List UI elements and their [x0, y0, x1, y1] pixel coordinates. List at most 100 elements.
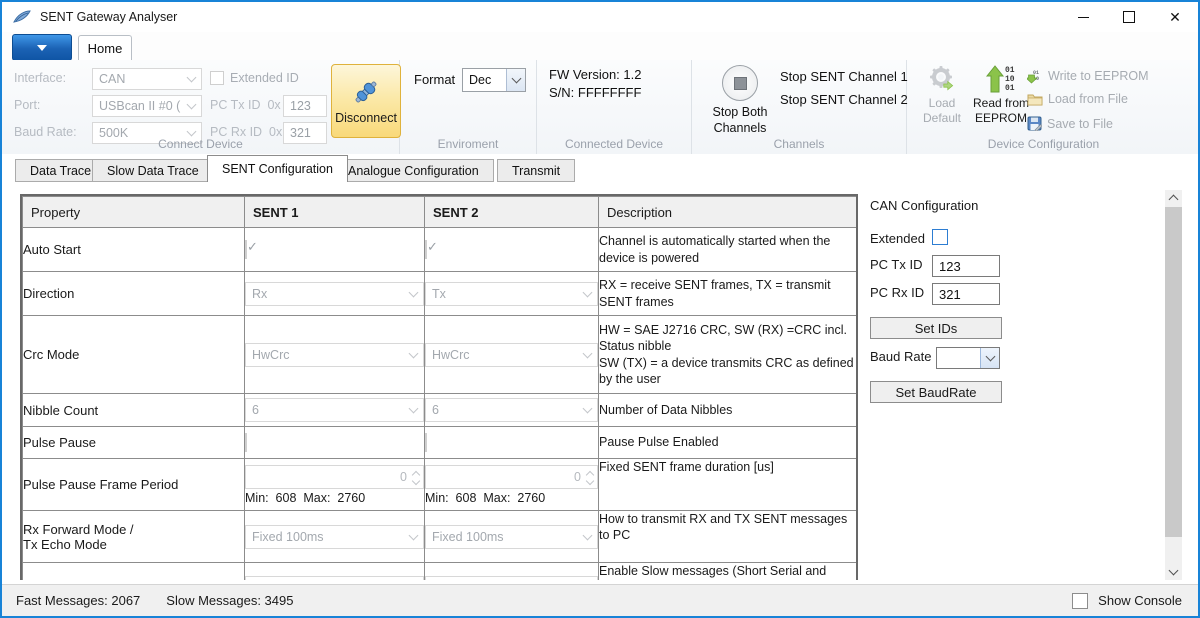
tab-transmit[interactable]: Transmit: [497, 159, 575, 182]
extended-id-checkbox[interactable]: [210, 71, 224, 85]
chevron-down-icon: [980, 348, 999, 368]
read-from-eeprom-button[interactable]: 01 10 01 Read from EEPROM: [969, 64, 1033, 126]
svg-text:10: 10: [1005, 75, 1015, 84]
maximize-button[interactable]: [1106, 2, 1152, 32]
crc-mode-sent1-dropdown[interactable]: HwCrc: [245, 343, 424, 367]
chevron-down-icon: [506, 69, 525, 91]
nibble-count-sent1-dropdown[interactable]: 6: [245, 398, 424, 422]
write-to-eeprom-button[interactable]: 01 10 Write to EEPROM: [1027, 68, 1148, 84]
extended-label: Extended: [870, 231, 925, 246]
frame-period-sent1-minmax: Min: 608 Max: 2760: [245, 491, 424, 505]
rx-forward-sent2-dropdown[interactable]: Fixed 100ms: [425, 525, 598, 549]
fast-messages-count: Fast Messages: 2067: [16, 593, 140, 608]
spinner-arrows-icon[interactable]: [587, 470, 593, 484]
header-property: Property: [23, 197, 245, 228]
set-baudrate-button[interactable]: Set BaudRate: [870, 381, 1002, 403]
slow-messages-count: Slow Messages: 3495: [166, 593, 293, 608]
load-default-button[interactable]: Load Default: [913, 64, 971, 126]
frame-period-sent2-minmax: Min: 608 Max: 2760: [425, 491, 598, 505]
chevron-down-icon: [583, 287, 593, 297]
interface-label: Interface:: [14, 71, 92, 85]
pc-tx-id-input[interactable]: 123: [283, 95, 327, 117]
ribbon: Interface: CAN Port: USBcan II #0 ( Baud…: [2, 60, 1198, 155]
baud-rate-label: Baud Rate: [870, 349, 931, 364]
ribbon-tab-row: Home: [2, 32, 1198, 60]
read-eeprom-arrow-icon: 01 10 01: [984, 64, 1018, 94]
chevron-down-icon: [409, 530, 419, 540]
group-label-device-configuration: Device Configuration: [907, 137, 1180, 151]
tab-analogue-configuration[interactable]: Analogue Configuration: [333, 159, 494, 182]
header-sent1: SENT 1: [245, 197, 425, 228]
tab-sent-configuration[interactable]: SENT Configuration: [207, 155, 348, 182]
scroll-up-button[interactable]: [1165, 190, 1182, 207]
can-configuration-panel: CAN Configuration Extended PC Tx ID 123 …: [870, 198, 1022, 411]
chevron-down-icon: [1169, 566, 1179, 576]
group-label-channels: Channels: [692, 137, 906, 151]
tab-slow-data-trace[interactable]: Slow Data Trace: [92, 159, 214, 182]
status-bar: Fast Messages: 2067 Slow Messages: 3495 …: [2, 584, 1198, 616]
header-description: Description: [599, 197, 857, 228]
crc-mode-sent2-dropdown[interactable]: HwCrc: [425, 343, 598, 367]
stop-both-channels-button[interactable]: Stop Both Channels: [704, 62, 776, 138]
nibble-count-sent2-dropdown[interactable]: 6: [425, 398, 598, 422]
table-row-slow-channel-mode: Slow Channel mode Short Serial Short Ser…: [23, 563, 857, 581]
chevron-down-icon: [187, 73, 197, 83]
frame-period-sent1-spinner[interactable]: 0: [245, 465, 424, 489]
extended-checkbox[interactable]: [932, 229, 948, 245]
direction-sent1-dropdown[interactable]: Rx: [245, 282, 424, 306]
group-label-enviroment: Enviroment: [400, 137, 536, 151]
scrollbar-thumb[interactable]: [1165, 207, 1182, 537]
chevron-down-icon: [409, 404, 419, 414]
app-window: SENT Gateway Analyser ✕ Home Interface: …: [0, 0, 1200, 618]
chevron-down-icon: [409, 287, 419, 297]
fw-version-text: FW Version: 1.2: [549, 67, 641, 82]
load-from-file-button[interactable]: Load from File: [1027, 92, 1128, 106]
table-header-row: Property SENT 1 SENT 2 Description: [23, 197, 857, 228]
auto-start-sent1-checkbox[interactable]: [245, 240, 247, 259]
rx-forward-sent1-dropdown[interactable]: Fixed 100ms: [245, 525, 424, 549]
stop-sent-channel-1-button[interactable]: Stop SENT Channel 1: [780, 69, 908, 84]
port-dropdown[interactable]: USBcan II #0 (: [92, 95, 202, 117]
save-to-file-button[interactable]: Save to File: [1027, 116, 1113, 131]
direction-sent2-dropdown[interactable]: Tx: [425, 282, 598, 306]
disconnect-button[interactable]: Disconnect: [331, 64, 401, 138]
pc-tx-id-label: PC Tx ID 0x: [210, 98, 281, 112]
window-title: SENT Gateway Analyser: [40, 10, 177, 24]
ribbon-tab-home[interactable]: Home: [78, 35, 132, 61]
pc-tx-id-label: PC Tx ID: [870, 257, 923, 272]
chevron-down-icon: [37, 45, 47, 51]
vertical-scrollbar[interactable]: [1165, 190, 1182, 580]
chevron-down-icon: [409, 348, 419, 358]
close-button[interactable]: ✕: [1152, 2, 1198, 32]
port-label: Port:: [14, 98, 40, 112]
pulse-pause-sent2-checkbox[interactable]: [425, 433, 427, 452]
pc-tx-id-input[interactable]: 123: [932, 255, 1000, 277]
interface-dropdown[interactable]: CAN: [92, 68, 202, 90]
auto-start-sent2-checkbox[interactable]: [425, 240, 427, 259]
format-dropdown[interactable]: Dec: [462, 68, 526, 92]
scroll-down-button[interactable]: [1165, 563, 1182, 580]
pc-rx-id-label: PC Rx ID: [870, 285, 924, 300]
pc-rx-id-input[interactable]: 321: [932, 283, 1000, 305]
app-menu-button[interactable]: [12, 34, 72, 61]
show-console-label: Show Console: [1098, 593, 1182, 608]
minimize-button[interactable]: [1060, 2, 1106, 32]
extended-id-label: Extended ID: [230, 71, 299, 85]
frame-period-sent2-spinner[interactable]: 0: [425, 465, 598, 489]
show-console-checkbox[interactable]: [1072, 593, 1088, 609]
slow-channel-sent1-dropdown[interactable]: Short Serial: [245, 576, 424, 581]
sent-configuration-table: Property SENT 1 SENT 2 Description Auto …: [20, 194, 858, 580]
stop-sent-channel-2-button[interactable]: Stop SENT Channel 2: [780, 92, 908, 107]
write-eeprom-arrow-icon: 01 10: [1027, 68, 1043, 84]
save-icon: [1027, 116, 1042, 131]
baud-rate-dropdown[interactable]: [936, 347, 1000, 369]
disconnect-label: Disconnect: [335, 111, 397, 125]
ribbon-group-connect-device: Interface: CAN Port: USBcan II #0 ( Baud…: [2, 60, 400, 154]
table-row-pulse-pause-frame-period: Pulse Pause Frame Period 0 Min: 608 Max:…: [23, 459, 857, 511]
ribbon-group-connected-device: FW Version: 1.2 S/N: FFFFFFFF Connected …: [537, 60, 692, 154]
slow-channel-sent2-dropdown[interactable]: Short Serial: [425, 576, 598, 581]
pulse-pause-sent1-checkbox[interactable]: [245, 433, 247, 452]
spinner-arrows-icon[interactable]: [413, 470, 419, 484]
serial-number-text: S/N: FFFFFFFF: [549, 85, 641, 100]
set-ids-button[interactable]: Set IDs: [870, 317, 1002, 339]
